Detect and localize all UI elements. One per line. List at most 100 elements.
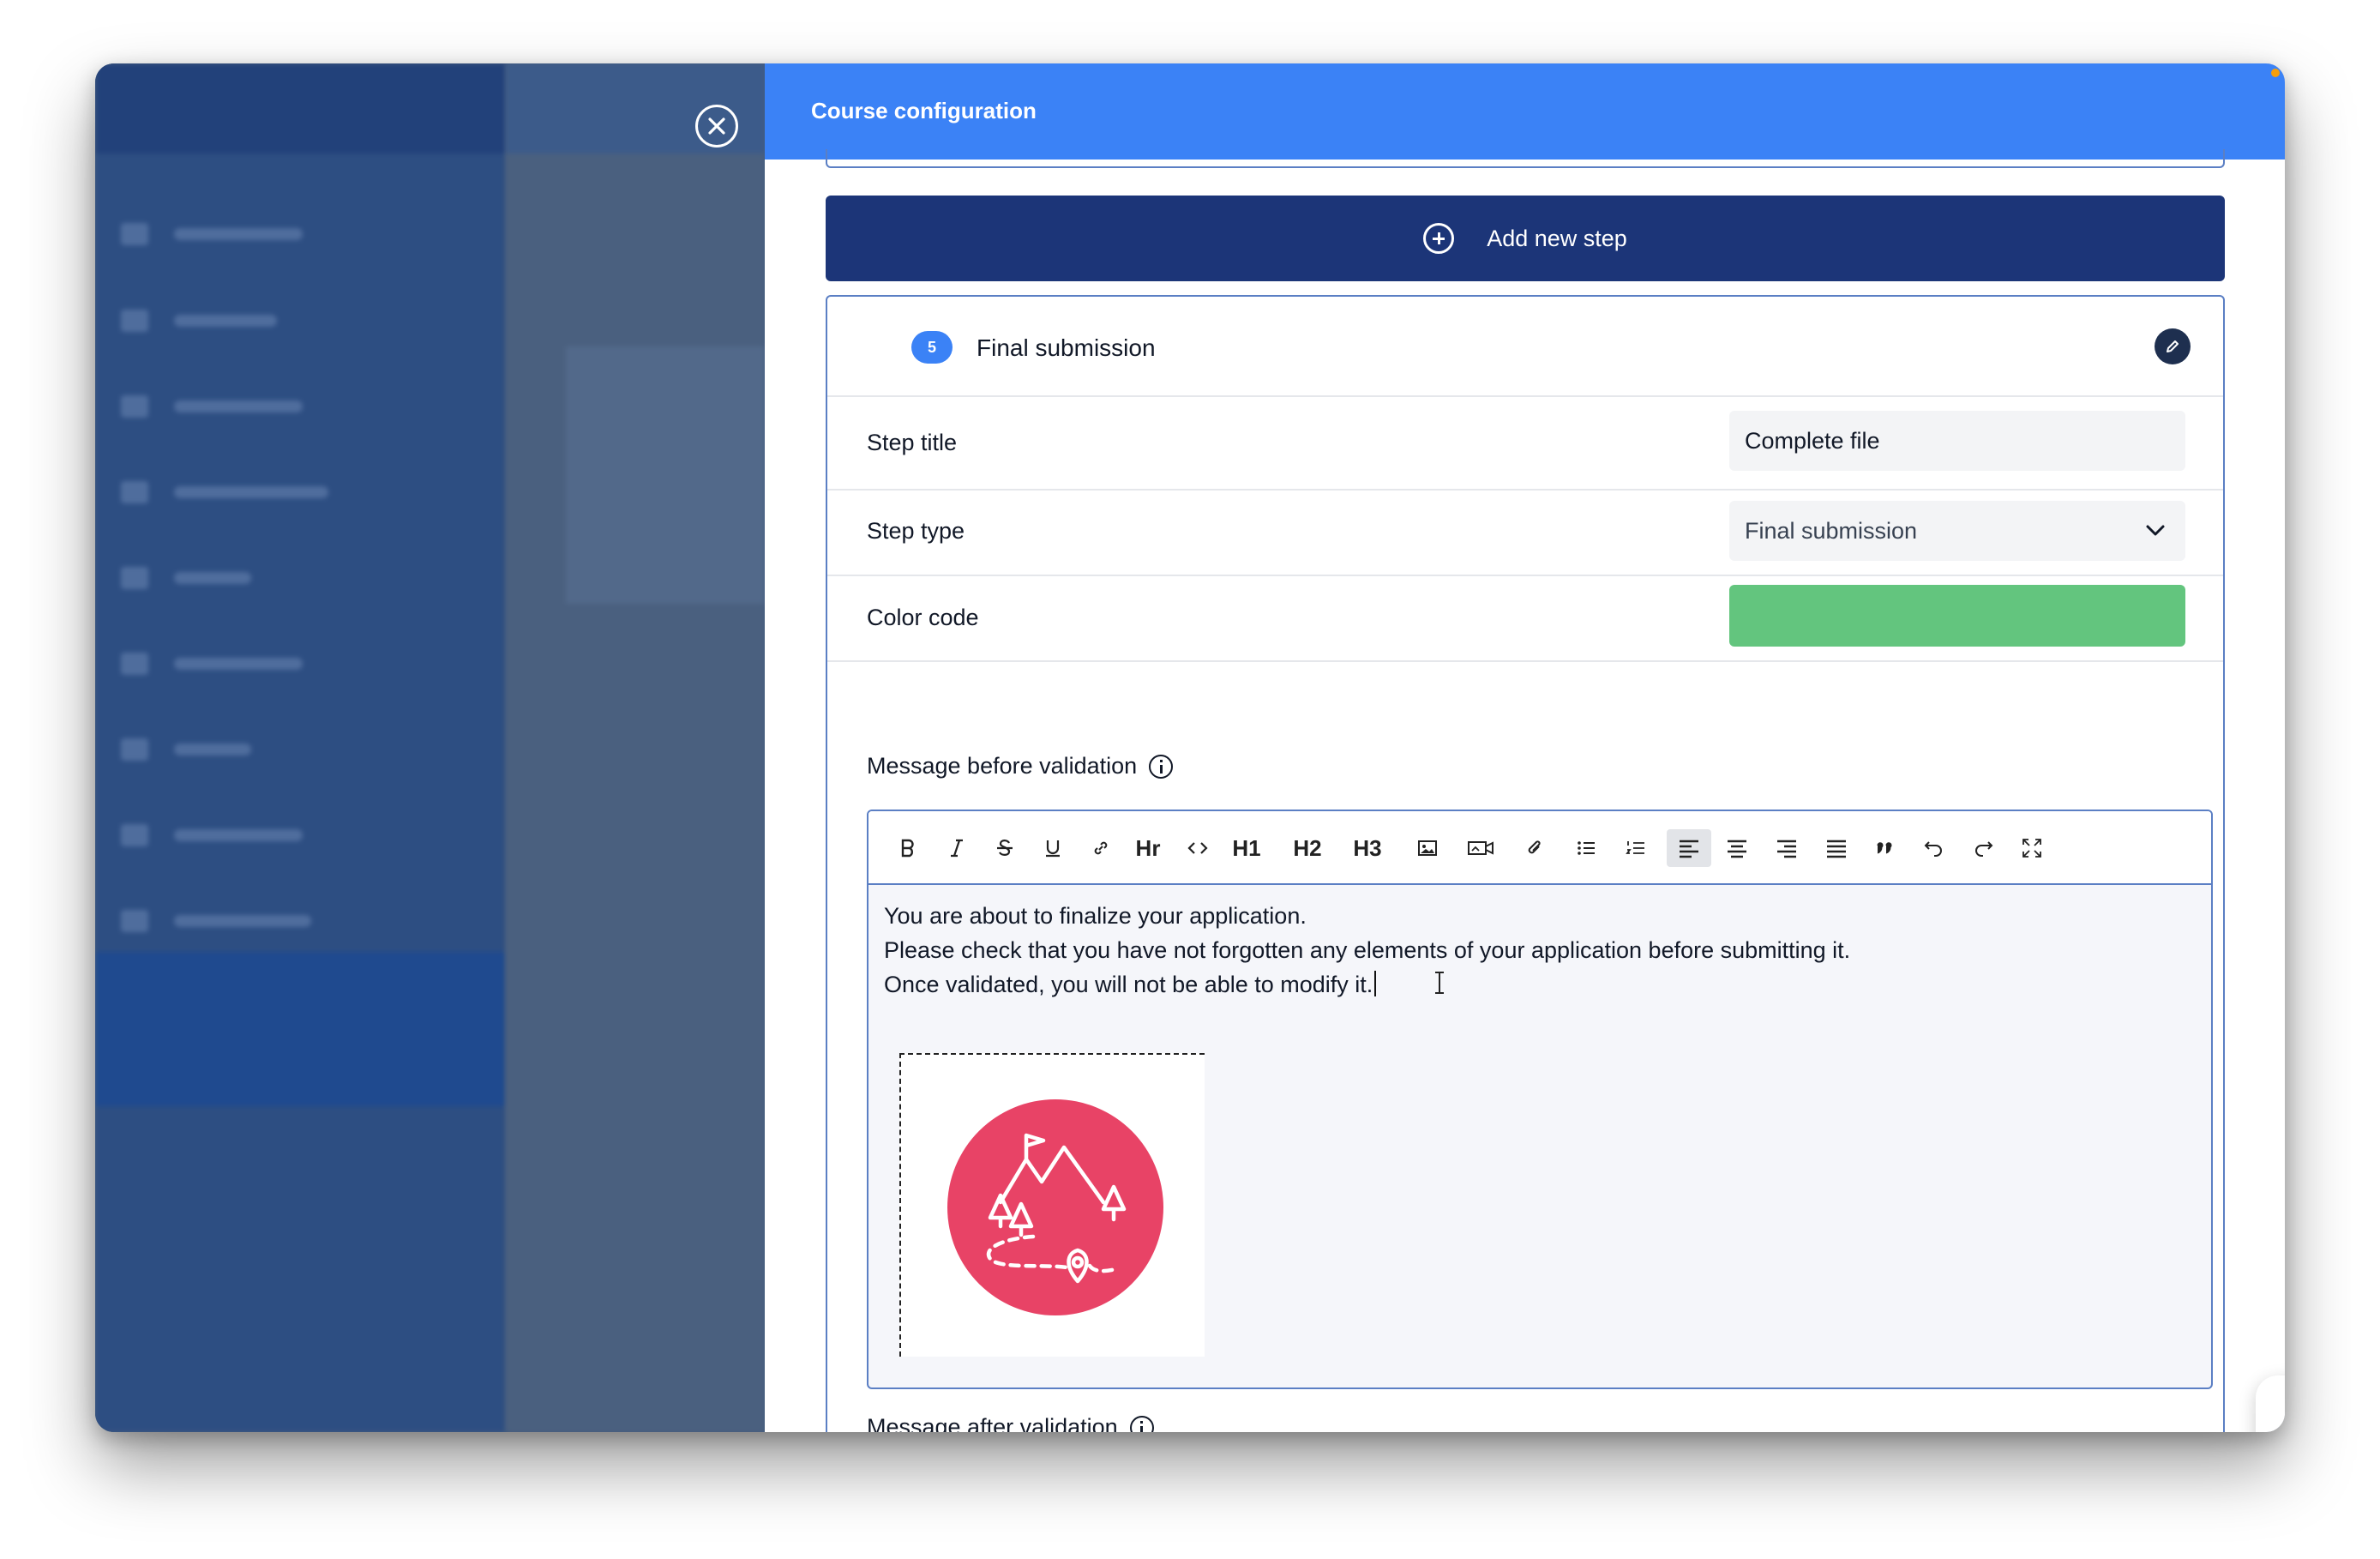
background-nav-item: [121, 735, 464, 764]
heading3-button[interactable]: H3: [1346, 829, 1389, 867]
step-type-row: Step type Final submission: [827, 489, 2223, 576]
align-right-icon: [1777, 840, 1796, 858]
background-active-section: [95, 952, 506, 1106]
fullscreen-button[interactable]: [2013, 829, 2051, 867]
bold-icon: [901, 839, 914, 858]
background-sidebar: [95, 63, 506, 1432]
background-nav-item: [121, 563, 464, 593]
add-new-step-label: Add new step: [1487, 225, 1627, 251]
info-icon[interactable]: [1149, 754, 1174, 779]
fullscreen-icon: [2022, 839, 2041, 858]
step-type-select[interactable]: Final submission: [1729, 501, 2185, 561]
course-configuration-panel: Course configuration Add new step 5 Fina…: [765, 63, 2285, 1432]
notification-dot: [2271, 69, 2280, 77]
message-before-content[interactable]: You are about to finalize your applicati…: [884, 899, 1850, 1002]
background-nav-item: [121, 220, 464, 249]
horizontal-rule-button[interactable]: Hr: [1129, 829, 1167, 867]
video-icon: [1468, 841, 1494, 855]
insert-image-button[interactable]: [1409, 829, 1446, 867]
insert-video-button[interactable]: [1462, 829, 1500, 867]
message-line: You are about to finalize your applicati…: [884, 903, 1307, 929]
align-center-button[interactable]: [1718, 829, 1756, 867]
victory-hand-icon: ✌️: [2276, 1398, 2285, 1433]
app-window: Course configuration Add new step 5 Fina…: [95, 63, 2285, 1432]
step-type-value: Final submission: [1745, 517, 1918, 544]
blockquote-button[interactable]: [1866, 829, 1904, 867]
align-right-button[interactable]: [1768, 829, 1806, 867]
redo-button[interactable]: [1964, 829, 2002, 867]
background-main: [506, 63, 765, 1432]
bullet-list-icon: [1578, 841, 1595, 855]
info-icon[interactable]: [1129, 1415, 1154, 1432]
message-line: Once validated, you will not be able to …: [884, 972, 1373, 997]
bold-button[interactable]: [889, 829, 927, 867]
step-title-input[interactable]: Complete file: [1729, 411, 2185, 471]
numbered-list-button[interactable]: [1617, 829, 1655, 867]
step-number-badge: 5: [911, 331, 953, 364]
background-app: [95, 63, 765, 1432]
step-name: Final submission: [977, 334, 1156, 361]
message-before-label: Message before validation: [867, 753, 1174, 780]
align-center-icon: [1728, 840, 1746, 858]
add-new-step-button[interactable]: Add new step: [826, 196, 2225, 281]
color-code-row: Color code: [827, 575, 2223, 662]
chevron-down-icon: [2146, 525, 2165, 536]
embedded-image[interactable]: [899, 1053, 1205, 1357]
attachment-button[interactable]: [1516, 829, 1554, 867]
text-caret: [1374, 971, 1377, 996]
course-logo: [947, 1099, 1163, 1315]
link-button[interactable]: [1082, 829, 1120, 867]
undo-button[interactable]: [1915, 829, 1953, 867]
message-before-label-text: Message before validation: [867, 753, 1138, 779]
justify-button[interactable]: [1818, 829, 1855, 867]
bullet-list-button[interactable]: [1567, 829, 1605, 867]
panel-header: Course configuration: [765, 63, 2285, 160]
link-icon: [1094, 841, 1108, 855]
strikethrough-icon: [997, 840, 1013, 856]
italic-button[interactable]: [938, 829, 976, 867]
message-after-label: Message after validation: [867, 1414, 1154, 1432]
step-title-label: Step title: [867, 430, 958, 455]
panel-title: Course configuration: [811, 98, 1037, 123]
message-before-editor[interactable]: Hr H1 H2 H3 You are about to finalize yo…: [867, 810, 2213, 1389]
close-panel-button[interactable]: [695, 105, 738, 147]
background-nav-item: [121, 478, 464, 507]
quote-icon: [1877, 842, 1892, 854]
heading2-button[interactable]: H2: [1286, 829, 1329, 867]
text-cursor-icon: [1433, 971, 1446, 1001]
step-type-label: Step type: [867, 518, 965, 544]
close-icon: [708, 117, 725, 135]
step-header: 5 Final submission: [827, 297, 2223, 397]
align-left-icon: [1680, 840, 1698, 858]
justify-icon: [1827, 840, 1846, 858]
message-line-last: Once validated, you will not be able to …: [884, 967, 1850, 1002]
edit-step-button[interactable]: [2155, 328, 2191, 364]
heading1-button[interactable]: H1: [1225, 829, 1268, 867]
pencil-icon: [2167, 340, 2179, 352]
background-nav-item: [121, 906, 464, 936]
underline-button[interactable]: [1034, 829, 1072, 867]
background-nav-item: [121, 821, 464, 850]
italic-icon: [951, 839, 963, 858]
editor-toolbar: Hr H1 H2 H3: [868, 811, 2211, 885]
mountain-path-icon: [986, 1133, 1127, 1284]
step-title-row: Step title Complete file: [827, 395, 2223, 491]
paperclip-icon: [1528, 840, 1541, 854]
message-after-label-text: Message after validation: [867, 1414, 1118, 1432]
redo-icon: [1975, 841, 1993, 857]
background-logo-bar: [95, 63, 506, 153]
numbered-list-icon: [1626, 841, 1644, 854]
strikethrough-button[interactable]: [986, 829, 1024, 867]
image-icon: [1418, 840, 1437, 856]
background-nav-item: [121, 649, 464, 678]
background-nav-item: [121, 392, 464, 421]
color-code-label: Color code: [867, 605, 979, 630]
undo-icon: [1924, 841, 1942, 857]
code-button[interactable]: [1179, 829, 1217, 867]
code-icon: [1187, 842, 1208, 854]
underline-icon: [1046, 840, 1060, 858]
align-left-button[interactable]: [1667, 829, 1711, 867]
color-code-swatch[interactable]: [1729, 585, 2185, 647]
background-nav-item: [121, 306, 464, 335]
support-chat-button[interactable]: ✌️: [2256, 1375, 2285, 1432]
